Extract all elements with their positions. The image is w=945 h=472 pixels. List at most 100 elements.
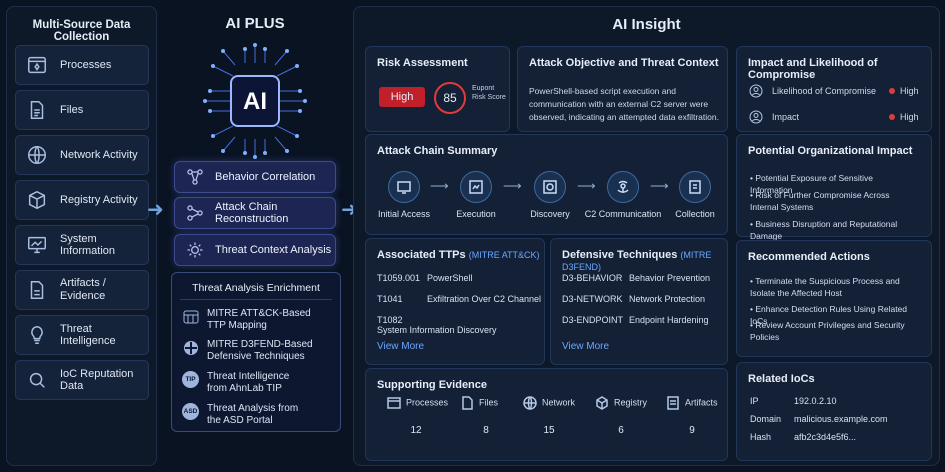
supporting-evidence-card: Supporting Evidence Processes 12 Files 8… <box>365 368 728 461</box>
impact-likelihood-card: Impact and Likelihood of Compromise Like… <box>736 46 932 132</box>
ttps-view-more-link[interactable]: View More <box>377 341 424 352</box>
threat-context-analysis-button[interactable]: Threat Context Analysis <box>174 234 336 266</box>
chain-icon <box>187 205 203 221</box>
org-impact-card: Potential Organizational Impact • Potent… <box>736 134 932 241</box>
lightbulb-icon <box>26 324 48 346</box>
likelihood-value-text: High <box>900 86 919 96</box>
action-item[interactable]: • Terminate the Suspicious Process and I… <box>750 275 910 299</box>
impact-label: Impact <box>772 112 800 122</box>
ai-insight-panel: AI Insight Risk Assessment High 85 Eupon… <box>353 6 940 466</box>
enrichment-label: MITRE D3FEND-Based Defensive Techniques <box>207 339 313 362</box>
ttp-row[interactable]: T1059.001 PowerShell <box>377 273 473 283</box>
source-label: Threat Intelligence <box>60 323 116 347</box>
evidence-count: 15 <box>543 425 555 436</box>
source-threat-intel[interactable]: Threat Intelligence <box>15 315 149 355</box>
evidence-count: 6 <box>618 425 624 436</box>
enrichment-tip[interactable]: TIP Threat Intelligence from AhnLab TIP <box>182 371 307 395</box>
arrow-right-icon: ⟶ <box>577 178 596 193</box>
defense-row[interactable]: D3-NETWORK Network Protection <box>562 294 705 304</box>
arrow-right-icon: ⟶ <box>430 178 449 193</box>
processes-icon <box>387 397 401 409</box>
artifacts-icon <box>667 396 679 410</box>
source-files[interactable]: Files <box>15 90 149 130</box>
process-label: Threat Context Analysis <box>215 244 332 256</box>
org-title: Potential Organizational Impact <box>748 145 913 157</box>
c2-communication-icon[interactable] <box>607 171 639 203</box>
ai-chip-label: AI <box>243 88 267 115</box>
user-icon <box>749 110 763 124</box>
initial-access-icon[interactable] <box>388 171 420 203</box>
arrow-right-icon: ⟶ <box>650 178 669 193</box>
globe-icon <box>523 396 537 410</box>
ttp-row[interactable]: T1041 Exfiltration Over C2 Channel <box>377 294 541 304</box>
source-label: Processes <box>60 59 112 71</box>
risk-level-badge: High <box>379 87 425 107</box>
enrichment-asd[interactable]: ASD Threat Analysis from the ASD Portal <box>182 403 307 427</box>
action-item[interactable]: • Review Account Privileges and Security… <box>750 319 910 343</box>
evidence-count: 12 <box>410 425 422 436</box>
ttps-title: Associated TTPs (MITRE ATT&CK) <box>377 249 540 261</box>
execution-icon[interactable] <box>460 171 492 203</box>
objective-text: PowerShell-based script execution and co… <box>529 86 719 122</box>
related-iocs-card: Related IoCs IP 192.0.2.10 Domain maliciou… <box>736 362 932 461</box>
source-registry[interactable]: Registry Activity <box>15 180 149 220</box>
source-ioc-reputation[interactable]: IoC Reputation Data <box>15 360 149 400</box>
likelihood-value: High <box>889 86 919 96</box>
registry-cube-icon <box>26 189 48 211</box>
file-icon <box>462 396 473 410</box>
defense-row[interactable]: D3-BEHAVIOR Behavior Prevention <box>562 273 710 283</box>
process-label: Attack Chain Reconstruction <box>215 201 289 225</box>
ioc-row[interactable]: Hash afb2c3d4e5f6... <box>750 432 856 442</box>
collection-icon[interactable] <box>679 171 711 203</box>
risk-score-label: Eupont Risk Score <box>472 85 506 101</box>
data-collection-panel: Multi-Source Data Collection Processes F… <box>6 6 157 466</box>
enrichment-label: Threat Analysis from the ASD Portal <box>207 403 299 426</box>
evidence-count: 8 <box>483 425 489 436</box>
ioc-row[interactable]: IP 192.0.2.10 <box>750 396 837 406</box>
source-label: Files <box>60 104 84 116</box>
behavior-correlation-button[interactable]: Behavior Correlation <box>174 161 336 193</box>
ai-plus-panel: AI PLUS AI Behavior Correlation Attack C… <box>160 6 350 466</box>
source-label: Registry Activity <box>60 194 138 206</box>
defense-title: Defensive Techniques (MITRE D3FEND) <box>562 249 712 272</box>
attack-objective-card: Attack Objective and Threat Context Powe… <box>517 46 728 132</box>
defense-row[interactable]: D3-ENDPOINT Endpoint Hardening <box>562 315 709 325</box>
chain-title: Attack Chain Summary <box>377 145 498 157</box>
arrow-right-icon: ⟶ <box>503 178 522 193</box>
context-gear-icon <box>187 242 203 258</box>
file-icon <box>26 99 48 121</box>
source-system-info[interactable]: System Information <box>15 225 149 265</box>
source-network[interactable]: Network Activity <box>15 135 149 175</box>
source-label: IoC Reputation Data <box>60 368 134 392</box>
attack-chain-reconstruction-button[interactable]: Attack Chain Reconstruction <box>174 197 336 229</box>
risk-assessment-card: Risk Assessment High 85 Eupont Risk Scor… <box>365 46 510 132</box>
asd-badge-icon: ASD <box>182 403 199 420</box>
likelihood-label: Likelihood of Compromise <box>772 86 877 96</box>
actions-title: Recommended Actions <box>748 251 870 263</box>
defensive-techniques-card: Defensive Techniques (MITRE D3FEND) D3-B… <box>550 238 728 365</box>
enrichment-d3fend[interactable]: MITRE D3FEND-Based Defensive Techniques <box>182 339 327 363</box>
ioc-row[interactable]: Domain malicious.example.com <box>750 414 888 424</box>
attck-matrix-icon <box>182 308 199 325</box>
artifact-file-icon <box>26 279 48 301</box>
ai-insight-title: AI Insight <box>612 16 681 33</box>
d3fend-shield-icon <box>182 339 199 356</box>
defense-view-more-link[interactable]: View More <box>562 341 609 352</box>
tip-badge-icon: TIP <box>182 371 199 388</box>
source-processes[interactable]: Processes <box>15 45 149 85</box>
chain-step-label: Collection <box>675 209 715 219</box>
objective-title: Attack Objective and Threat Context <box>529 57 719 69</box>
enrichment-label: Threat Intelligence from AhnLab TIP <box>207 371 290 394</box>
ttp-row[interactable]: T1082System Information Discovery <box>377 315 544 335</box>
enrichment-label: MITRE ATT&CK-Based TTP Mapping <box>207 308 311 331</box>
source-label: Network Activity <box>60 149 138 161</box>
evidence-count: 9 <box>689 425 695 436</box>
impact-value: High <box>889 112 919 122</box>
enrichment-title: Threat Analysis Enrichment <box>192 282 320 294</box>
impact-value-text: High <box>900 112 919 122</box>
source-artifacts[interactable]: Artifacts / Evidence <box>15 270 149 310</box>
divider <box>180 299 332 300</box>
enrichment-attck[interactable]: MITRE ATT&CK-Based TTP Mapping <box>182 308 327 332</box>
process-label: Behavior Correlation <box>215 171 316 183</box>
discovery-icon[interactable] <box>534 171 566 203</box>
